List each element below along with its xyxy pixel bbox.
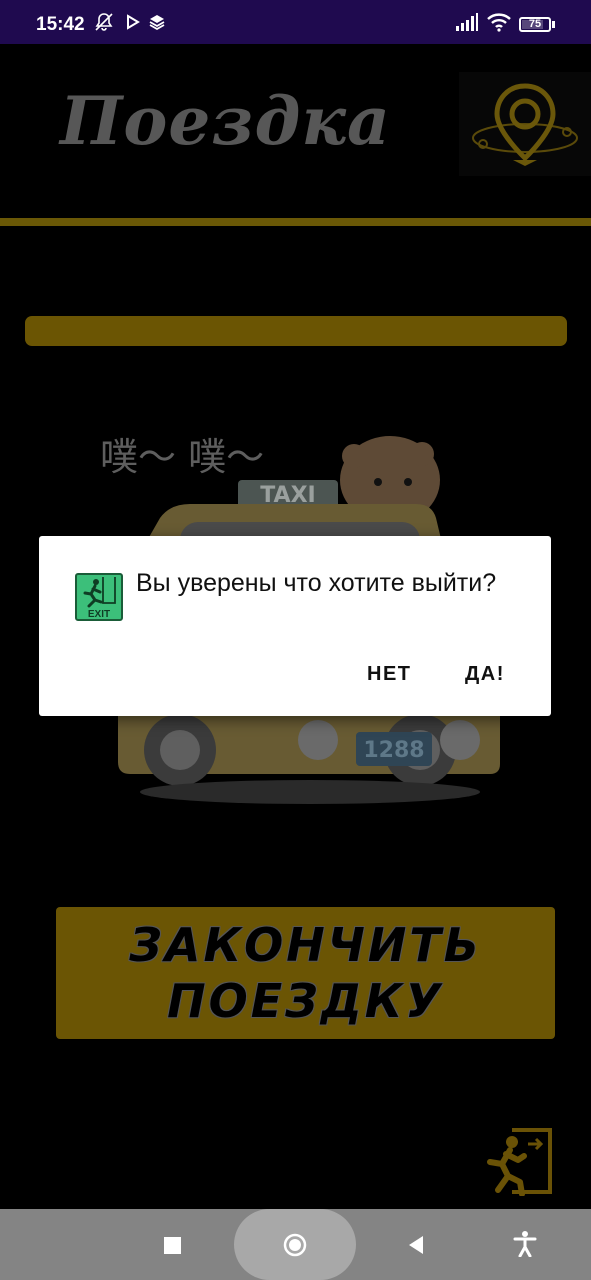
system-nav-bar (0, 1209, 591, 1280)
status-time: 15:42 (36, 14, 85, 35)
battery-icon: 75 (519, 17, 551, 32)
finish-trip-label: ЗАКОНЧИТЬ ПОЕЗДКУ (129, 918, 482, 1028)
exit-icon[interactable] (482, 1124, 554, 1196)
exit-confirm-dialog: EXIT Вы уверены что хотите выйти? НЕТ ДА… (39, 536, 551, 716)
dialog-message: Вы уверены что хотите выйти? (136, 569, 497, 597)
accessibility-icon[interactable] (513, 1231, 537, 1257)
yes-button[interactable]: ДА! (465, 663, 505, 686)
home-icon[interactable] (283, 1233, 307, 1257)
illustration-sound-text: 噗～ 噗～ (100, 435, 264, 479)
back-icon[interactable] (405, 1234, 427, 1256)
battery-tip (552, 21, 555, 28)
layers-icon (149, 15, 165, 31)
exit-sign-icon: EXIT (75, 573, 123, 621)
status-bar: 15:42 75 (0, 0, 591, 44)
trip-progress-bar (25, 316, 567, 346)
recents-icon[interactable] (164, 1237, 181, 1254)
exit-sign-text: EXIT (88, 609, 110, 620)
wifi-icon (487, 13, 511, 32)
license-plate-text: 1288 (363, 738, 424, 763)
finish-trip-button[interactable]: ЗАКОНЧИТЬ ПОЕЗДКУ (56, 907, 555, 1039)
location-pin-icon (459, 72, 591, 176)
header-divider (0, 218, 591, 226)
signal-icon (456, 13, 478, 31)
app-title: Поездка (60, 82, 391, 160)
bell-off-icon (95, 13, 113, 31)
no-button[interactable]: НЕТ (367, 663, 412, 686)
battery-level: 75 (528, 18, 542, 30)
play-icon (127, 14, 140, 30)
